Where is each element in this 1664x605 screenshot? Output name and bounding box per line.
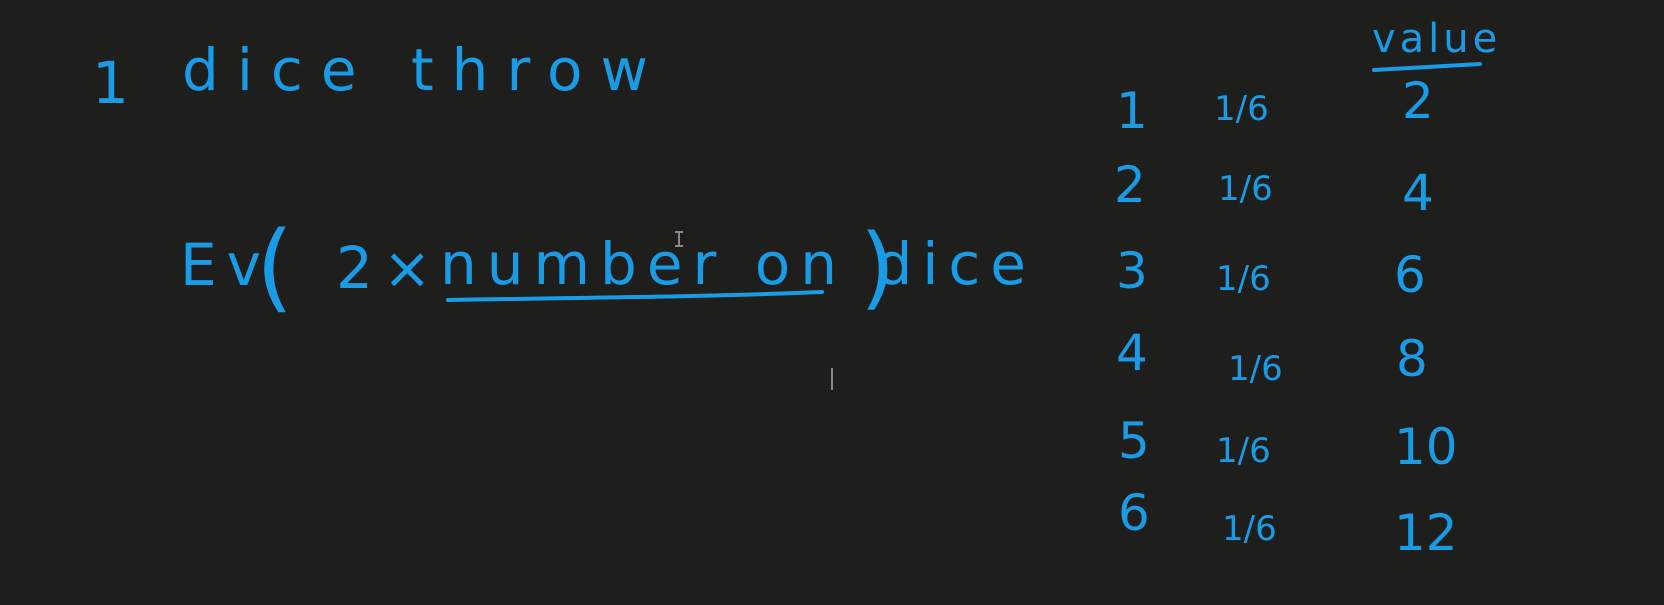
outcome-cell: 5 <box>1118 412 1150 470</box>
probability-cell: 1/6 <box>1216 431 1271 471</box>
value-cell: 8 <box>1396 330 1428 388</box>
expression-open-paren: ( <box>256 211 293 323</box>
title: 1 dice throw <box>92 36 666 117</box>
title-number: 1 <box>92 49 147 117</box>
table-row: 2 1/6 4 <box>1114 156 1434 222</box>
probability-cell: 1/6 <box>1216 259 1271 299</box>
value-cell: 2 <box>1402 72 1434 130</box>
whiteboard-drawing: 1 dice throw Ev ( 2× number on dice ) va… <box>92 16 1501 562</box>
table-row: 5 1/6 10 <box>1118 412 1458 476</box>
table-row: 1 1/6 2 <box>1116 72 1434 140</box>
value-cell: 6 <box>1394 246 1426 304</box>
table-row: 3 1/6 6 <box>1116 242 1426 304</box>
expectation-expression: Ev ( 2× number on dice ) <box>180 211 1036 323</box>
probability-cell: 1/6 <box>1222 509 1277 549</box>
probability-cell: 1/6 <box>1214 89 1269 129</box>
expression-close-paren: ) <box>860 215 895 320</box>
header-underline <box>1372 62 1482 72</box>
value-column-header: value <box>1372 16 1501 62</box>
table-row: 4 1/6 8 <box>1116 324 1428 389</box>
whiteboard-canvas[interactable]: 1 dice throw Ev ( 2× number on dice ) va… <box>0 0 1664 605</box>
expression-factor: 2× <box>336 234 442 302</box>
probability-cell: 1/6 <box>1218 169 1273 209</box>
title-words: dice throw <box>182 36 666 104</box>
outcome-cell: 3 <box>1116 242 1148 300</box>
outcome-cell: 2 <box>1114 156 1146 214</box>
value-cell: 12 <box>1394 504 1458 562</box>
value-cell: 10 <box>1394 418 1458 476</box>
outcome-cell: 4 <box>1116 324 1148 382</box>
outcome-cell: 6 <box>1118 484 1150 542</box>
probability-cell: 1/6 <box>1228 349 1283 389</box>
value-cell: 4 <box>1402 164 1434 222</box>
probability-table: value 1 1/6 2 2 1/6 4 3 1/6 6 4 1/6 8 5 … <box>1114 16 1501 562</box>
expression-underlined-text: number on dice <box>440 230 1036 298</box>
outcome-cell: 1 <box>1116 82 1148 140</box>
table-row: 6 1/6 12 <box>1118 484 1458 562</box>
